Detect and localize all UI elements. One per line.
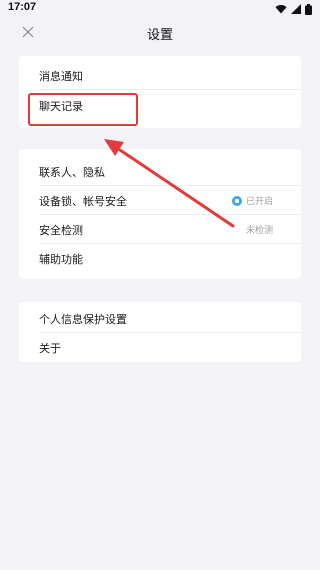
row-divider — [39, 89, 301, 90]
status-unchecked: 未检测 — [246, 223, 273, 236]
status-bar: 17:07 — [0, 0, 320, 18]
status-icons — [275, 3, 312, 15]
settings-item-label: 个人信息保护设置 — [39, 312, 127, 326]
shield-check-icon — [231, 195, 242, 206]
settings-item-about[interactable]: 关于 — [19, 333, 301, 362]
settings-item-label: 聊天记录 — [39, 99, 83, 113]
status-text: 已开启 — [245, 197, 273, 207]
settings-item-device-lock[interactable]: 设备锁、帐号安全 已开启 — [19, 186, 301, 215]
signal-icon — [291, 4, 301, 14]
page-title: 设置 — [146, 28, 173, 43]
settings-item-security-check[interactable]: 安全检测 未检测 — [19, 215, 301, 244]
settings-item-label: 消息通知 — [39, 69, 83, 83]
wifi-icon — [275, 5, 287, 14]
settings-item-accessibility[interactable]: 辅助功能 — [19, 244, 301, 273]
settings-item-privacy-protection[interactable]: 个人信息保护设置 — [19, 304, 301, 333]
settings-item-notifications[interactable]: 消息通知 — [19, 61, 301, 90]
status-time: 17:07 — [8, 1, 37, 13]
settings-item-label: 辅助功能 — [39, 252, 83, 266]
settings-item-contacts-privacy[interactable]: 联系人、隐私 — [19, 157, 301, 186]
settings-item-chat-history[interactable]: 聊天记录 — [19, 91, 301, 120]
settings-group-security: 联系人、隐私 设备锁、帐号安全 已开启 安全检测 未检测 辅助功能 — [19, 149, 301, 279]
settings-item-label: 联系人、隐私 — [39, 165, 105, 179]
settings-group-messages: 消息通知 聊天记录 — [19, 56, 301, 128]
nav-bar: 设置 — [0, 18, 320, 46]
settings-item-label: 设备锁、帐号安全 — [39, 194, 127, 208]
settings-group-about: 个人信息保护设置 关于 — [19, 302, 301, 362]
status-enabled: 已开启 — [231, 194, 273, 207]
battery-icon — [305, 3, 312, 15]
status-text: 未检测 — [245, 226, 273, 236]
settings-item-label: 安全检测 — [39, 223, 83, 237]
settings-item-label: 关于 — [39, 341, 61, 355]
